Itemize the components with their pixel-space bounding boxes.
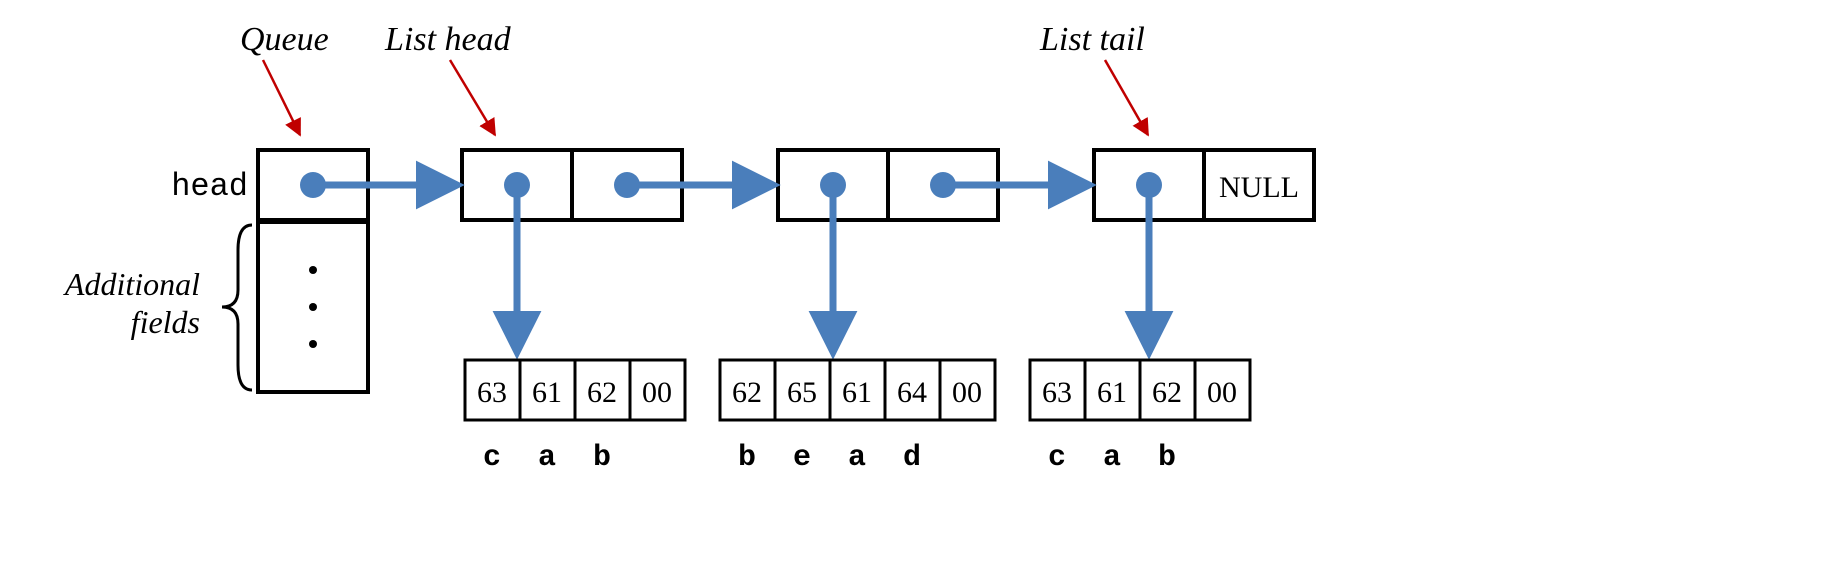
byte-cell: 63: [1042, 376, 1072, 409]
byte-array-1: 63 61 62 00 c a b: [465, 360, 685, 475]
byte-cell: 61: [532, 376, 562, 409]
byte-cell: 63: [477, 376, 507, 409]
additional-fields-label-1: Additional: [63, 266, 200, 302]
byte-cell: 64: [897, 376, 927, 409]
list-head-label: List head: [384, 21, 512, 58]
char-label: a: [538, 441, 556, 475]
byte-cell: 00: [642, 376, 672, 409]
char-label: b: [1158, 441, 1176, 475]
byte-cell: 00: [952, 376, 982, 409]
byte-cell: 62: [732, 376, 762, 409]
head-field-label: head: [171, 168, 248, 205]
char-label: e: [793, 441, 811, 475]
byte-cell: 61: [1097, 376, 1127, 409]
byte-cell: 00: [1207, 376, 1237, 409]
byte-cell: 62: [587, 376, 617, 409]
additional-fields-label-2: fields: [131, 304, 200, 340]
list-tail-label: List tail: [1039, 21, 1145, 58]
red-arrow-list-head: [450, 60, 495, 135]
char-label: d: [903, 441, 921, 475]
char-label: c: [1048, 441, 1066, 475]
char-label: b: [738, 441, 756, 475]
red-arrow-queue: [263, 60, 300, 135]
byte-array-2: 62 65 61 64 00 b e a d: [720, 360, 995, 475]
char-label: c: [483, 441, 501, 475]
char-label: b: [593, 441, 611, 475]
null-label: NULL: [1219, 171, 1299, 204]
ellipsis-dot: [309, 340, 317, 348]
byte-cell: 61: [842, 376, 872, 409]
char-label: a: [848, 441, 866, 475]
byte-cell: 62: [1152, 376, 1182, 409]
ellipsis-dot: [309, 266, 317, 274]
brace-icon: [222, 225, 252, 390]
char-label: a: [1103, 441, 1121, 475]
ellipsis-dot: [309, 303, 317, 311]
diagram: Queue List head List tail head Additiona…: [0, 0, 1822, 587]
byte-array-3: 63 61 62 00 c a b: [1030, 360, 1250, 475]
byte-cell: 65: [787, 376, 817, 409]
red-arrow-list-tail: [1105, 60, 1148, 135]
queue-label: Queue: [240, 21, 329, 58]
